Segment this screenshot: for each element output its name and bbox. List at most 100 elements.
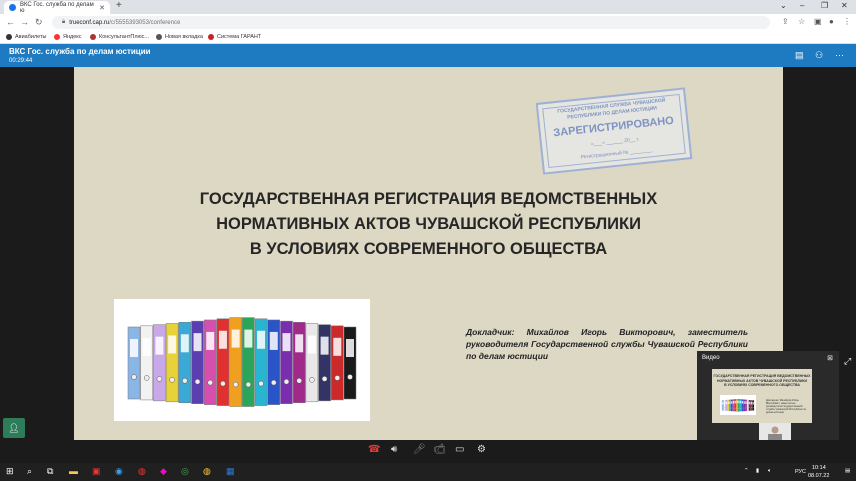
minimize-button[interactable]: – <box>800 1 804 10</box>
binder-spine <box>730 399 733 412</box>
url-host: trueconf.cap.ru <box>69 19 110 26</box>
binder-spine <box>140 325 153 401</box>
binder-spine <box>746 399 749 411</box>
binder-spine <box>280 320 293 404</box>
clock-date[interactable]: 08.07.22 <box>808 473 829 479</box>
conference-title: ВКС Гос. служба по делам юстиции <box>9 47 151 56</box>
binder-spine <box>216 318 230 406</box>
network-icon[interactable]: ▮ <box>756 468 759 474</box>
close-tab-icon[interactable]: ✕ <box>99 4 105 12</box>
collapse-video-icon[interactable]: ⊠ <box>827 354 833 362</box>
forward-arrow-icon[interactable]: → <box>20 17 29 27</box>
chat-icon[interactable]: ▤ <box>795 50 804 61</box>
microphone-icon[interactable]: 🎤︎ <box>413 444 426 455</box>
chrome-icon[interactable]: ◎ <box>181 466 189 477</box>
clock-time[interactable]: 10:14 <box>812 465 826 471</box>
screen-share-icon[interactable]: ▭ <box>455 444 464 455</box>
user-icon: 👤︎ <box>8 423 20 433</box>
pdf-reader-icon[interactable]: ▣ <box>92 466 101 477</box>
binder-spine <box>165 323 179 403</box>
new-tab-button[interactable]: + <box>116 0 122 11</box>
binder-spine <box>242 317 255 407</box>
share-icon[interactable]: ⇪ <box>782 17 789 26</box>
yandex-icon <box>54 34 60 40</box>
binder-spine <box>267 319 281 405</box>
bookmark-item[interactable]: Система ГАРАНТ <box>208 34 261 40</box>
sidebar-icon[interactable]: ▣ <box>814 17 822 26</box>
slide-thumbnail: ГОСУДАРСТВЕННАЯ РЕГИСТРАЦИЯ ВЕДОМСТВЕННЫ… <box>712 369 812 423</box>
bookmarks-bar: Авиабилеты Яндекс КонсультантПлюс... Нов… <box>0 31 856 44</box>
browser-toolbar: ← → ↻ 🔒︎ trueconf.cap.ru/c/5555393053/co… <box>0 14 856 31</box>
language-indicator[interactable]: РУС <box>795 469 806 475</box>
menu-kebab-icon[interactable]: ⋮ <box>843 17 851 26</box>
speaker-volume-icon[interactable]: 🔊︎ <box>391 444 397 455</box>
binder-spine <box>229 317 242 407</box>
plane-icon <box>6 34 12 40</box>
tab-search-icon[interactable]: ⌄ <box>780 1 787 10</box>
binder-spine <box>727 399 730 411</box>
participant-side-button[interactable]: 👤︎ <box>3 418 25 438</box>
notifications-icon[interactable]: ▤ <box>845 468 850 474</box>
participants-icon[interactable]: ⚇ <box>815 50 823 61</box>
fullscreen-icon[interactable]: ⤢ <box>844 356 851 367</box>
thumbnail-speaker: Докладчик: Михайлов Игорь Викторович, за… <box>766 399 807 414</box>
video-pane[interactable]: Видео ⊠ ГОСУДАРСТВЕННАЯ РЕГИСТРАЦИЯ ВЕДО… <box>697 351 839 441</box>
file-explorer-icon[interactable]: ▬ <box>69 466 78 476</box>
profile-icon[interactable]: ● <box>829 17 834 26</box>
binder-spine <box>343 326 357 400</box>
binder-spine <box>748 399 751 411</box>
thumbnail-binders <box>720 395 756 415</box>
binder-spine <box>153 324 166 402</box>
windows-taskbar: ⊞ ⌕ ⧉ ▬ ▣ ◉ ◍ ◆ ◎ ◍ ▦ ⌃ ▮ 🔈︎ РУС 10:14 0… <box>0 463 856 481</box>
reload-icon[interactable]: ↻ <box>35 17 43 28</box>
close-window-button[interactable]: ✕ <box>841 1 848 10</box>
yandex-icon[interactable]: ◍ <box>203 466 211 477</box>
binder-spine <box>732 399 735 412</box>
trueconf-favicon-icon <box>9 4 16 11</box>
bookmark-star-icon[interactable]: ☆ <box>798 17 805 26</box>
back-arrow-icon[interactable]: ← <box>6 17 15 27</box>
settings-gear-icon[interactable]: ⚙ <box>477 444 486 455</box>
camera-icon[interactable]: 📹︎ <box>433 444 446 455</box>
binder-spine <box>745 399 747 412</box>
lock-icon: 🔒︎ <box>62 19 66 25</box>
binder-spine <box>743 399 746 412</box>
tray-arrow-icon[interactable]: ⌃ <box>744 468 749 474</box>
bookmark-item[interactable]: Новая вкладка <box>156 34 203 40</box>
headline-line: В УСЛОВИЯХ СОВРЕМЕННОГО ОБЩЕСТВА <box>249 240 608 258</box>
windows-start-icon[interactable]: ⊞ <box>6 466 14 477</box>
binder-spine <box>305 323 319 403</box>
binder-spine <box>203 319 217 405</box>
word-icon[interactable]: ▦ <box>226 466 235 477</box>
hangup-icon[interactable]: ☎ <box>368 444 380 455</box>
conference-timer: 00:29:44 <box>9 58 33 64</box>
search-icon[interactable]: ⌕ <box>27 466 32 477</box>
address-bar[interactable]: 🔒︎ trueconf.cap.ru/c/5555393053/conferen… <box>52 16 770 29</box>
binder-spine <box>191 320 204 404</box>
browser-tab[interactable]: ВКС Гос. служба по делам ю ✕ <box>4 1 110 14</box>
binder-spine <box>729 399 731 412</box>
volume-icon[interactable]: 🔈︎ <box>768 468 771 475</box>
binders-illustration <box>127 317 357 407</box>
task-view-icon[interactable]: ⧉ <box>47 466 53 477</box>
participant-video <box>759 423 791 441</box>
bookmark-item[interactable]: Авиабилеты <box>6 34 47 40</box>
conference-controls: ☎ 🔊︎ 🎤︎ 📹︎ ▭ ⚙ <box>0 440 856 463</box>
conference-header: ВКС Гос. служба по делам юстиции 00:29:4… <box>0 44 856 67</box>
binder-spine <box>254 318 268 406</box>
app-icon[interactable]: ◆ <box>160 466 167 477</box>
tab-title: ВКС Гос. служба по делам ю <box>19 1 94 14</box>
video-label: Видео <box>702 355 720 361</box>
more-options-icon[interactable]: ⋯ <box>835 50 844 61</box>
bookmark-item[interactable]: Яндекс <box>54 34 82 40</box>
bookmark-item[interactable]: КонсультантПлюс... <box>90 34 149 40</box>
binder-spine <box>738 399 740 412</box>
edge-icon[interactable]: ◉ <box>115 466 123 477</box>
thumbnail-binders-illustration <box>721 399 755 412</box>
person-icon <box>768 426 782 441</box>
restore-button[interactable]: ❐ <box>821 1 828 10</box>
binder-spine <box>292 322 306 404</box>
binder-spine <box>318 324 331 402</box>
registered-stamp: ГОСУДАРСТВЕННАЯ СЛУЖБА ЧУВАШСКОЙ РЕСПУБЛ… <box>535 87 693 175</box>
yandex-browser-icon[interactable]: ◍ <box>138 466 146 477</box>
